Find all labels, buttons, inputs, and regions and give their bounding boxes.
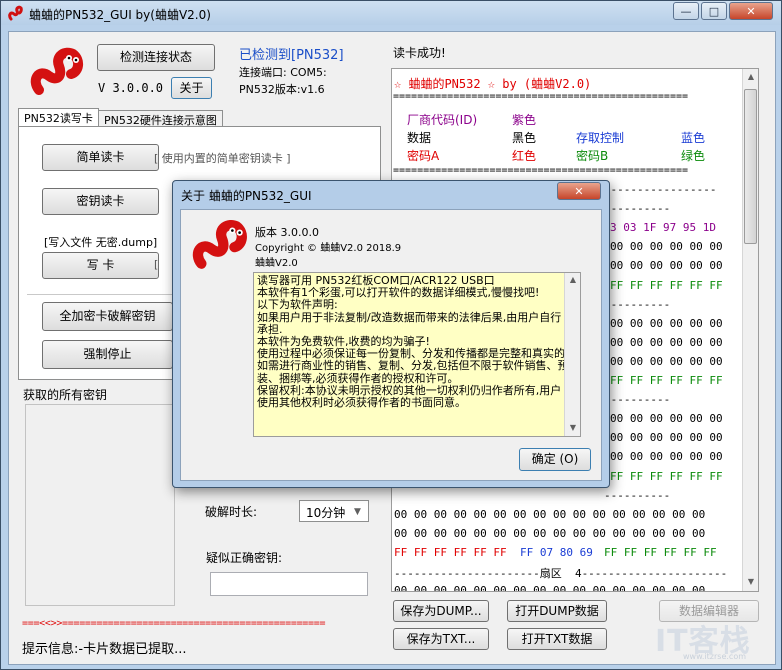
chevron-down-icon: ▼ (354, 507, 361, 517)
open-dump-button[interactable]: 打开DUMP数据 (507, 600, 607, 622)
divider (27, 294, 177, 295)
about-line: 以下为软件声明: (257, 298, 338, 312)
write-file-label: [写入文件 无密.dump] (44, 236, 158, 249)
pn532-version-label: PN532版本:v1.6 (239, 83, 325, 96)
scroll-down-icon[interactable]: ▼ (743, 577, 759, 586)
keys-group-title: 获取的所有密钥 (23, 388, 108, 402)
dump-cell: 00 00 00 00 00 00 (610, 412, 723, 426)
port-label: 连接端口: COM5: (239, 66, 327, 79)
open-txt-button[interactable]: 打开TXT数据 (507, 628, 607, 650)
dump-cell: 00 00 00 00 00 00 00 00 00 00 00 00 00 0… (394, 526, 706, 540)
crack-time-value: 10分钟 (306, 506, 346, 520)
dump-cell-keya: FF FF FF FF FF FF (394, 545, 514, 559)
app-logo-icon (30, 47, 83, 95)
simple-read-button[interactable]: 简单读卡 (42, 144, 159, 171)
force-stop-button[interactable]: 强制停止 (42, 340, 173, 369)
keys-list[interactable] (25, 404, 175, 606)
save-dump-button[interactable]: 保存为DUMP... (393, 600, 489, 622)
crack-keys-button[interactable]: 全加密卡破解密钥 (42, 302, 173, 331)
watermark-url: www.itzrse.com (683, 652, 747, 661)
dump-cell: 00 00 00 00 00 00 (610, 240, 723, 254)
about-license-lines: 读写器可用 PN532红板COM口/ACR122 USB口 本软件有1个彩蛋,可以… (257, 274, 571, 410)
legend-data-color: 黑色 (512, 131, 537, 145)
scroll-thumb[interactable] (744, 89, 757, 244)
about-button[interactable]: 关于 (171, 77, 212, 99)
dump-eq-line-top: ========================================… (393, 91, 689, 102)
dump-cell: 00 00 00 00 00 00 (610, 354, 723, 368)
title-bar[interactable]: 蛐蛐的PN532_GUI by(蛐蛐V2.0) — □ ✕ (1, 1, 781, 25)
write-card-button[interactable]: 写 卡 (42, 252, 159, 279)
about-version: 版本 3.0.0.0 (255, 226, 319, 239)
dump-eq-line-bottom: ========================================… (393, 165, 689, 176)
maximize-button[interactable]: □ (701, 2, 727, 20)
legend-keyb-color: 绿色 (681, 149, 706, 163)
scroll-down-icon[interactable]: ▼ (565, 423, 580, 432)
legend-data-label: 数据 (407, 131, 432, 145)
dump-cell: 00 00 00 00 00 00 00 00 00 00 00 00 00 0… (394, 584, 706, 591)
about-scrollbar[interactable]: ▲ ▼ (564, 273, 580, 436)
write-card-hint: [ (154, 258, 159, 271)
version-label: V 3.0.0.0 (98, 81, 164, 95)
legend-ac-color: 蓝色 (681, 131, 706, 145)
dump-cell-access: FF 07 80 69 (520, 545, 600, 559)
about-logo-icon (192, 219, 247, 269)
crack-time-label: 破解时长: (205, 505, 258, 519)
about-dialog-client: 版本 3.0.0.0 Copyright © 蛐蛐V2.0 2018.9 蛐蛐V… (180, 209, 602, 481)
crack-time-select[interactable]: 10分钟 ▼ (299, 500, 369, 522)
dump-row: ---------- (604, 297, 671, 311)
dump-cell: FF FF FF FF FF FF (610, 374, 723, 387)
about-line: 如需进行商业性的销售、复制、分发,包括但不限于软件销售、预装、捆绑等,必须获得作… (257, 359, 569, 385)
save-txt-button[interactable]: 保存为TXT... (393, 628, 489, 650)
scroll-up-icon[interactable]: ▲ (743, 72, 759, 81)
about-ok-button[interactable]: 确定 (O) (519, 448, 591, 471)
check-connection-button[interactable]: 检测连接状态 (97, 44, 215, 71)
legend-keyb-label: 密码B (576, 149, 609, 163)
status-message: 提示信息:-卡片数据已提取... (22, 642, 187, 657)
dump-cell: 00 00 00 00 00 00 (610, 259, 723, 273)
close-button[interactable]: ✕ (729, 2, 773, 20)
about-close-button[interactable]: ✕ (557, 182, 601, 200)
about-license-text[interactable]: 读写器可用 PN532红板COM口/ACR122 USB口 本软件有1个彩蛋,可以… (253, 272, 581, 437)
dump-cell: 3 03 1F 97 95 1D (610, 221, 716, 235)
tab-read-write[interactable]: PN532读写卡 (18, 108, 99, 127)
legend-ac-label: 存取控制 (576, 131, 625, 145)
legend-keya-label: 密码A (407, 149, 440, 163)
window-title: 蛐蛐的PN532_GUI by(蛐蛐V2.0) (29, 8, 211, 22)
detected-status: 已检测到[PN532] (239, 48, 344, 63)
app-worm-icon (8, 5, 23, 21)
about-dialog: 关于 蛐蛐的PN532_GUI ✕ 版本 3.0.0.0 Copyright ©… (172, 180, 610, 488)
suspect-key-label: 疑似正确密钥: (206, 551, 283, 565)
dump-row: ---------- (604, 202, 671, 216)
about-line: 如果用户用于非法复制/改造数据而带来的法律后果,由用户自行承担. (257, 310, 562, 336)
dump-cell: FF FF FF FF FF FF (610, 278, 723, 292)
dump-cell: 00 00 00 00 00 00 (610, 450, 723, 464)
tab-hardware-diagram[interactable]: PN532硬件连接示意图 (98, 110, 223, 127)
legend-mfr-color: 紫色 (512, 113, 537, 127)
dump-row: ---------- (604, 488, 671, 502)
minimize-button[interactable]: — (673, 2, 699, 20)
dump-cell: FF FF FF FF FF FF (610, 469, 723, 483)
dump-header: ☆ 蛐蛐的PN532 ☆ by (蛐蛐V2.0) (394, 77, 592, 91)
dump-sector-label: ----------------------扇区 4--------------… (394, 567, 728, 580)
separator-line: ===<<>>=================================… (22, 618, 326, 629)
simple-read-hint: [ 使用内置的简单密钥读卡 ] (154, 152, 291, 165)
about-dialog-title: 关于 蛐蛐的PN532_GUI (181, 189, 312, 203)
dump-cell: 00 00 00 00 00 00 00 00 00 00 00 00 00 0… (394, 507, 706, 521)
dump-cell: 00 00 00 00 00 00 (610, 431, 723, 445)
dump-cell-keyb: FF FF FF FF FF FF (604, 545, 717, 559)
suspect-key-field[interactable] (210, 572, 368, 596)
dump-scrollbar[interactable]: ▲ ▼ (742, 69, 758, 591)
legend-keya-color: 红色 (512, 149, 537, 163)
dump-row: ---------- (604, 393, 671, 407)
about-line: 保留权利:本协议未明示授权的其他一切权利仍归作者所有,用户使用其他权利时必须获得… (257, 383, 562, 410)
about-copyright: Copyright © 蛐蛐V2.0 2018.9 (255, 243, 402, 254)
key-read-button[interactable]: 密钥读卡 (42, 188, 159, 215)
legend-mfr-label: 厂商代码(ID) (407, 113, 478, 127)
dump-cell: 00 00 00 00 00 00 (610, 316, 723, 330)
dump-cell: 00 00 00 00 00 00 (610, 335, 723, 349)
scroll-up-icon[interactable]: ▲ (565, 275, 580, 284)
read-success-label: 读卡成功! (393, 46, 446, 60)
about-author: 蛐蛐V2.0 (255, 258, 298, 269)
